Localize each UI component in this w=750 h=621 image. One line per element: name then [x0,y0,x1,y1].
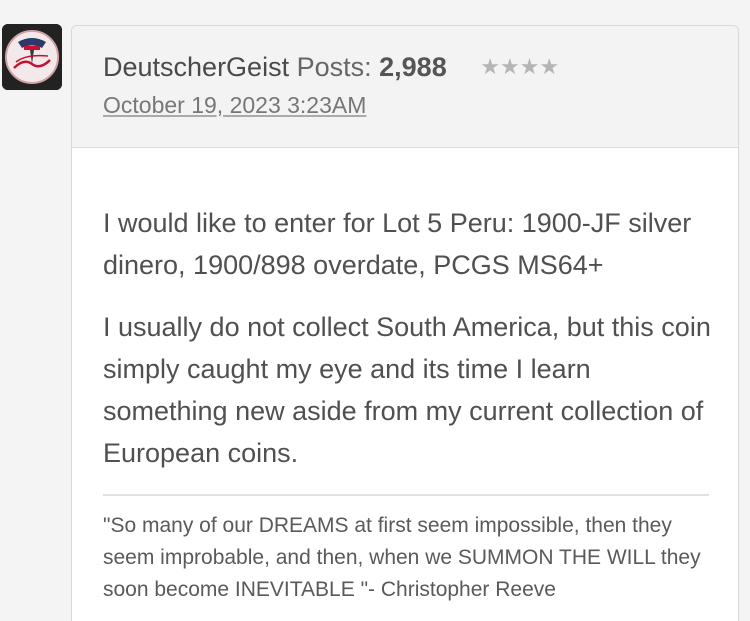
author-name[interactable]: DeutscherGeist [103,52,289,82]
post-body: I would like to enter for Lot 5 Peru: 19… [72,148,738,606]
user-signature: "So many of our DREAMS at first seem imp… [103,494,709,606]
yankees-logo-icon [2,24,62,90]
rank-stars-icon: ★★★★ [480,54,560,79]
post-paragraph: I would like to enter for Lot 5 Peru: 19… [103,208,692,280]
posts-label: Posts: [296,52,372,82]
forum-page: DeutscherGeist Posts: 2,988 ★★★★ October… [0,0,750,621]
avatar[interactable] [2,24,62,90]
author-line: DeutscherGeist Posts: 2,988 ★★★★ [103,52,559,83]
post-paragraph: I usually do not collect South America, … [103,312,711,468]
post-header: DeutscherGeist Posts: 2,988 ★★★★ October… [72,26,738,148]
forum-post: DeutscherGeist Posts: 2,988 ★★★★ October… [71,25,739,621]
post-date-link[interactable]: October 19, 2023 3:23AM [103,92,366,119]
posts-count: 2,988 [379,52,447,82]
